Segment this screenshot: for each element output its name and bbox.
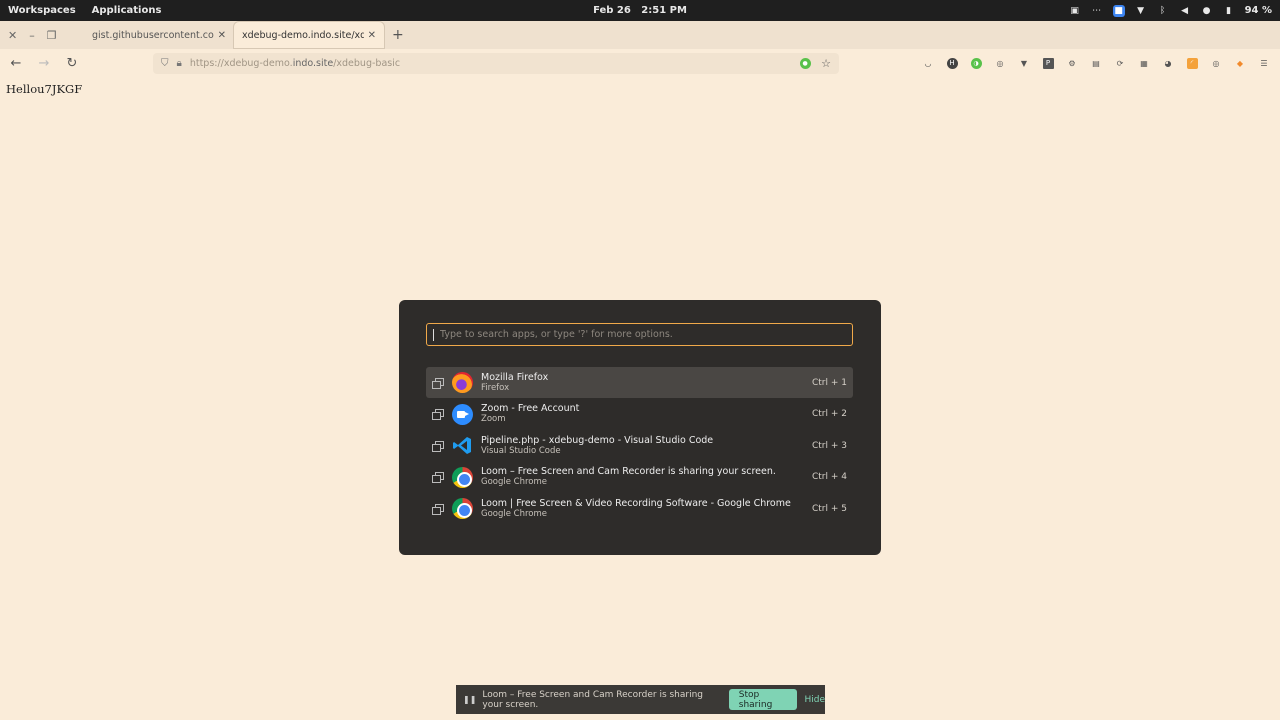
tab-label: gist.githubusercontent.com/ror: [92, 29, 214, 41]
vscode-icon: [452, 435, 473, 456]
url-path: /xdebug-basic: [333, 58, 401, 69]
result-shortcut: Ctrl + 3: [811, 440, 847, 451]
vue-devtools-icon[interactable]: ▼: [1016, 55, 1032, 71]
sync-extension-icon[interactable]: ⟳: [1112, 55, 1128, 71]
forward-icon[interactable]: →: [32, 56, 56, 71]
result-title: Pipeline.php - xdebug-demo - Visual Stud…: [481, 434, 714, 446]
result-loom-chrome[interactable]: Loom | Free Screen & Video Recording Sof…: [426, 493, 853, 524]
stop-sharing-button[interactable]: Stop sharing: [728, 689, 798, 710]
gear-extension-icon[interactable]: ⚙: [1064, 55, 1080, 71]
system-tray: ▣ ⋯ ■ ▼ ᛒ ◀ ● ▮ 94 %: [1069, 0, 1272, 21]
result-subtitle: Firefox: [481, 382, 510, 393]
url-prefix: https://xdebug-demo.: [189, 58, 293, 69]
page-content-text: Hellou7JKGF: [6, 82, 83, 96]
h-extension-icon[interactable]: H: [946, 57, 958, 69]
battery-percentage[interactable]: 94 %: [1245, 5, 1272, 16]
launcher-search-input[interactable]: [440, 329, 840, 340]
clock-date[interactable]: Feb 26: [593, 5, 631, 16]
window-icon: [432, 409, 444, 420]
result-shortcut: Ctrl + 2: [811, 409, 847, 419]
minimize-window-icon[interactable]: –: [29, 29, 35, 42]
result-zoom[interactable]: Zoom - Free Account Zoom Ctrl + 2: [426, 399, 853, 430]
sharing-message: Loom – Free Screen and Cam Recorder is s…: [482, 689, 704, 710]
result-title: Loom | Free Screen & Video Recording Sof…: [481, 497, 791, 509]
menu-icon[interactable]: ☰: [1256, 55, 1272, 71]
shield-icon[interactable]: ⛉: [161, 58, 169, 69]
tab-close-icon[interactable]: ✕: [368, 30, 376, 41]
lock-icon[interactable]: 🔒︎: [177, 58, 182, 69]
browser-nav-bar: ← → ↻ ⛉ 🔒︎ https://xdebug-demo.indo.site…: [0, 49, 1280, 78]
hide-sharing-bar-button[interactable]: Hide: [804, 695, 825, 705]
window-icon: [432, 472, 444, 483]
text-caret: [433, 328, 434, 341]
url-bar[interactable]: ⛉ 🔒︎ https://xdebug-demo.indo.site/xdebu…: [153, 53, 839, 74]
green-extension-icon[interactable]: ◑: [970, 57, 982, 69]
volume-icon[interactable]: ◀: [1179, 5, 1191, 17]
metamask-icon[interactable]: ◆: [1232, 55, 1248, 71]
url-bar-actions: ● ☆: [797, 57, 831, 70]
new-tab-icon[interactable]: +: [392, 27, 404, 43]
result-title: Mozilla Firefox: [481, 371, 549, 383]
grid-extension-icon[interactable]: ▦: [1136, 55, 1152, 71]
tab-gist[interactable]: gist.githubusercontent.com/ror ✕: [84, 22, 234, 48]
window-icon: [432, 377, 444, 389]
result-loom-sharing[interactable]: Loom – Free Screen and Cam Recorder is s…: [426, 462, 853, 493]
window-icon: [432, 503, 444, 515]
screen-share-icon[interactable]: ▣: [1069, 5, 1081, 17]
result-shortcut: Ctrl + 1: [811, 377, 847, 388]
result-title: Loom – Free Screen and Cam Recorder is s…: [481, 466, 776, 477]
window-controls: ✕ – ❐: [0, 29, 84, 42]
chrome-icon: [452, 498, 473, 519]
result-subtitle: Google Chrome: [481, 508, 548, 519]
chrome-icon: [452, 466, 473, 488]
tab-label: xdebug-demo.indo.site/xdebug: [242, 29, 364, 41]
tab-xdebug-demo[interactable]: xdebug-demo.indo.site/xdebug ✕: [234, 22, 384, 48]
close-window-icon[interactable]: ✕: [8, 29, 17, 42]
result-vscode[interactable]: Pipeline.php - xdebug-demo - Visual Stud…: [426, 430, 853, 461]
result-shortcut: Ctrl + 5: [811, 503, 847, 514]
extensions-toolbar: ◡ H ◑ ◎ ▼ P ⚙ ▤ ⟳ ▦ ◕ ◜ ◎ ◆ ☰: [920, 55, 1272, 71]
refresh-extension-icon[interactable]: ◎: [1208, 55, 1224, 71]
result-shortcut: Ctrl + 4: [811, 472, 847, 482]
firefox-icon: [452, 372, 473, 393]
bookmark-star-icon[interactable]: ☆: [821, 57, 831, 70]
clock-time[interactable]: 2:51 PM: [641, 5, 687, 16]
extension-green-icon[interactable]: ●: [799, 58, 811, 69]
image-extension-icon[interactable]: ▤: [1088, 55, 1104, 71]
zoom-icon: [452, 403, 473, 425]
result-subtitle: Zoom: [481, 414, 506, 424]
url-host: indo.site: [292, 58, 334, 69]
dots-icon[interactable]: ⋯: [1091, 5, 1103, 17]
workspaces-menu[interactable]: Workspaces: [0, 5, 84, 16]
battery-icon[interactable]: ▮: [1223, 5, 1235, 17]
tab-close-icon[interactable]: ✕: [218, 30, 226, 41]
result-subtitle: Visual Studio Code: [481, 445, 561, 456]
url-text[interactable]: https://xdebug-demo.indo.site/xdebug-bas…: [190, 58, 797, 69]
result-subtitle: Google Chrome: [481, 477, 548, 487]
result-title: Zoom - Free Account: [481, 403, 580, 414]
bluetooth-icon[interactable]: ᛒ: [1157, 5, 1169, 17]
browser-tab-bar: ✕ – ❐ gist.githubusercontent.com/ror ✕ x…: [0, 21, 1280, 49]
circle-extension-icon[interactable]: ◎: [992, 55, 1008, 71]
pocket-icon[interactable]: ◡: [920, 55, 936, 71]
drag-handle-icon[interactable]: ❚❚: [463, 695, 476, 704]
wifi-icon[interactable]: ▼: [1135, 5, 1147, 17]
rss-icon[interactable]: ◜: [1186, 57, 1198, 69]
microphone-icon[interactable]: ●: [1201, 5, 1213, 17]
back-icon[interactable]: ←: [4, 56, 28, 71]
result-firefox[interactable]: Mozilla Firefox Firefox Ctrl + 1: [426, 367, 853, 398]
launcher-results: Mozilla Firefox Firefox Ctrl + 1 Zoom - …: [426, 367, 853, 525]
launcher-search-box[interactable]: [426, 323, 853, 346]
window-icon: [432, 440, 444, 452]
app-launcher: Mozilla Firefox Firefox Ctrl + 1 Zoom - …: [399, 300, 881, 555]
restore-window-icon[interactable]: ❐: [47, 29, 57, 42]
color-extension-icon[interactable]: ◕: [1160, 55, 1176, 71]
screen-sharing-bar: ❚❚ Loom – Free Screen and Cam Recorder i…: [456, 685, 825, 714]
p-extension-icon[interactable]: P: [1042, 57, 1054, 69]
applications-menu[interactable]: Applications: [84, 5, 170, 16]
reload-icon[interactable]: ↻: [60, 56, 84, 71]
zoom-tray-icon[interactable]: ■: [1112, 4, 1125, 17]
system-top-bar: Workspaces Applications Feb 26 2:51 PM ▣…: [0, 0, 1280, 21]
